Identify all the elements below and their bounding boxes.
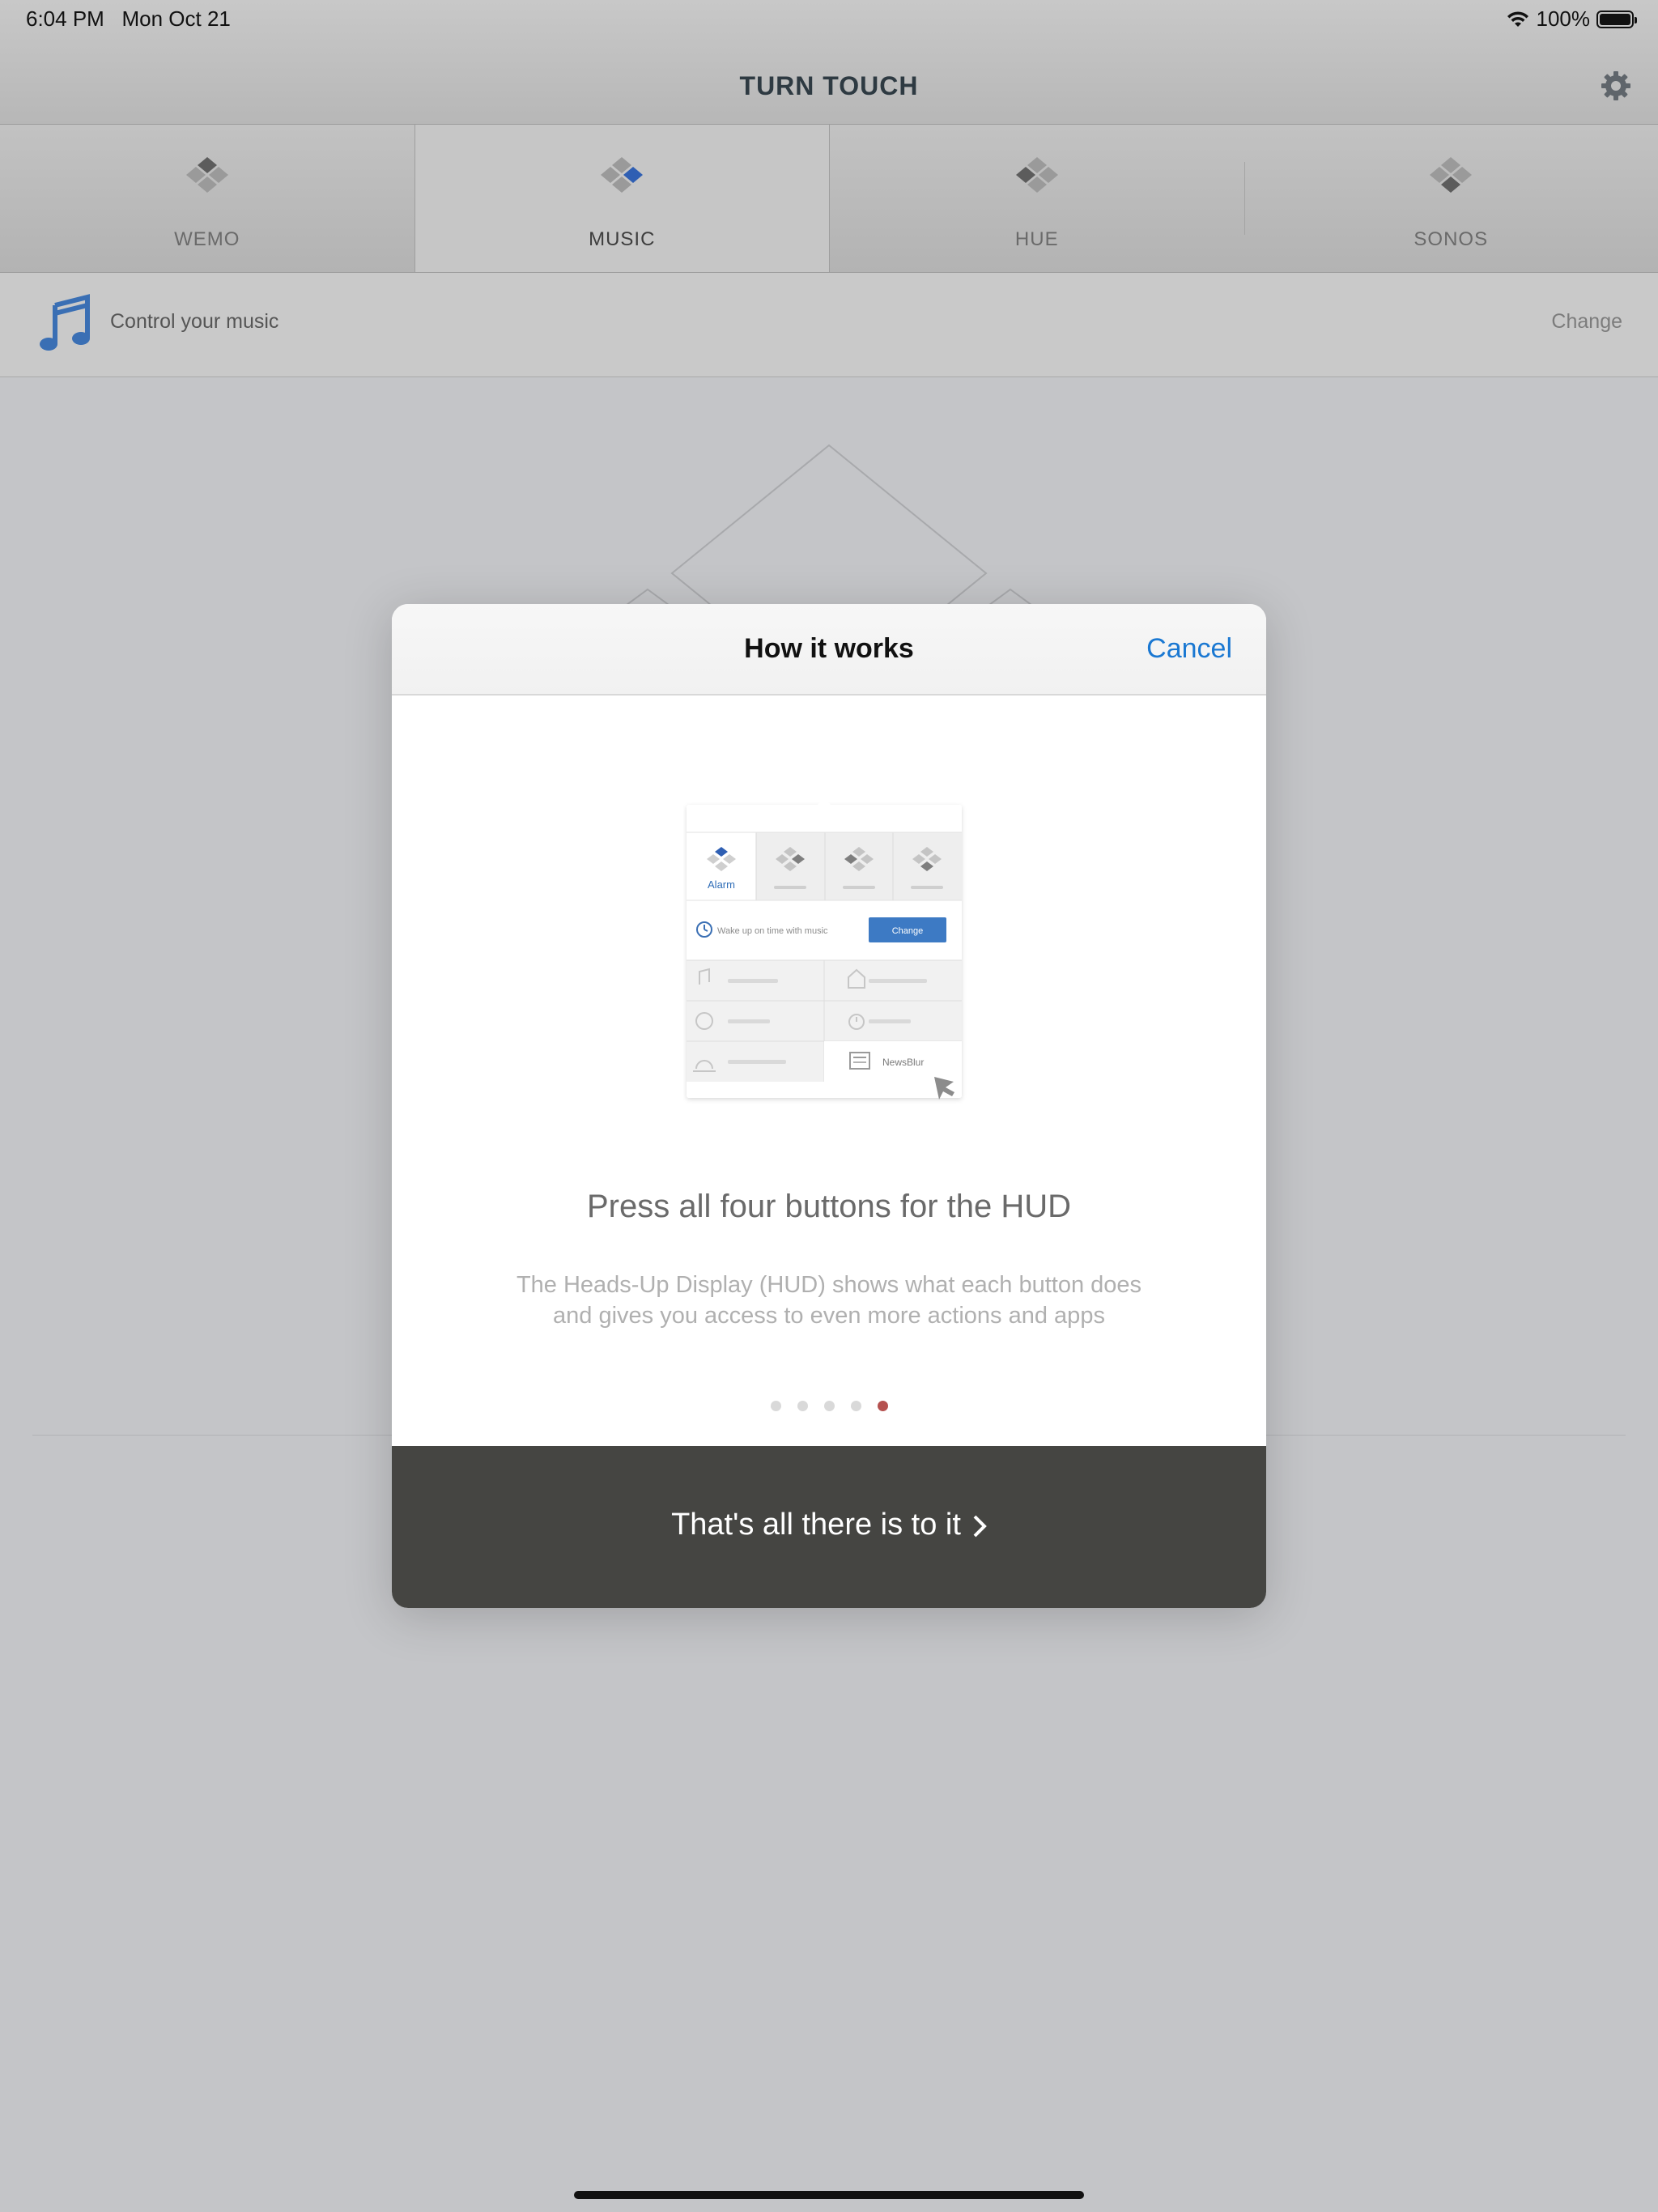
done-button-label: That's all there is to it [671,1508,961,1542]
time-text: 6:04 PM [26,6,104,31]
tab-label: MUSIC [589,228,656,250]
tab-sonos[interactable]: SONOS [1244,125,1658,272]
home-indicator[interactable] [574,2191,1084,2199]
page-dot[interactable] [850,1401,861,1411]
modal-body-line: The Heads-Up Display (HUD) shows what ea… [516,1272,1142,1298]
hue-diamond-icon [1015,157,1058,193]
status-right: 100% [1506,6,1637,32]
mode-label: Control your music [110,310,279,333]
music-diamond-icon [601,157,644,193]
done-button[interactable]: That's all there is to it [392,1508,1266,1542]
tab-label: WEMO [174,228,240,250]
modal-header: How it works Cancel [392,604,1266,696]
hud-illustration: Alarm Wake up on time with music Change [687,798,962,1100]
modal-body-line: and gives you access to even more action… [553,1303,1105,1329]
illustration-app-label: NewsBlur [882,1057,924,1068]
illustration-tab-label: Alarm [708,878,735,891]
modal-body: The Heads-Up Display (HUD) shows what ea… [489,1270,1169,1331]
page-dot-active[interactable] [877,1401,888,1411]
mode-row: Control your music Change [0,273,1658,377]
illustration-change: Change [892,926,924,936]
modal-title: How it works [744,633,914,664]
cancel-button[interactable]: Cancel [1146,633,1232,665]
modal-footer[interactable]: That's all there is to it [392,1446,1266,1608]
battery-percent: 100% [1536,6,1591,31]
illustration-description: Wake up on time with music [717,926,828,936]
tab-hue[interactable]: HUE [830,125,1244,272]
wifi-icon [1507,11,1528,27]
page-dot[interactable] [770,1401,781,1411]
status-time: 6:04 PM Mon Oct 21 [26,6,231,32]
status-bar: 6:04 PM Mon Oct 21 100% [0,0,1658,40]
tab-wemo[interactable]: WEMO [0,125,415,272]
page-dot[interactable] [823,1401,835,1411]
tab-label: SONOS [1414,228,1489,250]
page-dot[interactable] [797,1401,808,1411]
modal-heading: Press all four buttons for the HUD [586,1189,1072,1224]
battery-icon [1596,10,1637,28]
change-mode-button[interactable]: Change [1551,310,1622,334]
chevron-right-icon [973,1515,987,1538]
how-it-works-modal: How it works Cancel Alarm Wake up on tim… [392,604,1266,1608]
sonos-diamond-icon [1430,157,1473,193]
wemo-diamond-icon [185,157,228,193]
mode-tabs: WEMO MUSIC HUE SONOS [0,125,1658,273]
app-title: TURN TOUCH [739,71,919,100]
gear-icon[interactable] [1600,70,1632,102]
page-indicator [392,1401,1266,1411]
date-text: Mon Oct 21 [121,6,231,31]
tab-label: HUE [1014,228,1059,250]
tab-music[interactable]: MUSIC [414,125,830,272]
music-note-icon [40,294,90,351]
